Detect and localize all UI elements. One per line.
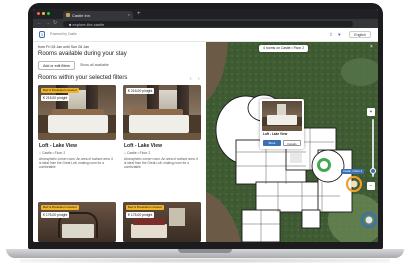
close-tab-icon[interactable]: × (128, 12, 130, 17)
floor-plan-map[interactable]: 4 rooms on Castle • Floor 2 × Loft - Lak… (206, 42, 378, 242)
price-tag: € 175,00 p/night (126, 212, 155, 218)
floor-slider-thumb[interactable] (370, 168, 376, 174)
url-field[interactable]: ■ explore-the-castle (63, 21, 353, 27)
browser-tab-bar: Castle Inn × + (33, 9, 378, 19)
forward-icon[interactable]: → (45, 20, 50, 26)
show-all-button[interactable]: Show all available (76, 61, 113, 70)
popup-details-button[interactable]: Details (283, 140, 301, 146)
room-photo (38, 85, 116, 140)
popup-room-name: Loft - Lake View (263, 132, 288, 136)
room-description: Atmospheric corner room. An area of surf… (124, 157, 199, 169)
back-icon[interactable]: ← (37, 20, 42, 26)
app-header: 3 Powered by Castle ⇪ ♥ English (33, 28, 378, 42)
browser-tab[interactable]: Castle Inn × (63, 11, 133, 19)
tab-title: Castle Inn (72, 13, 91, 18)
room-marker-green-center (320, 161, 328, 169)
breakfast-badge: Bed & Breakfast included (126, 205, 164, 210)
favicon-icon (66, 13, 70, 17)
price-tag: € 215,00 p/night (41, 95, 70, 101)
within-filters-title: Rooms within your selected filters (38, 75, 128, 81)
popup-photo (262, 101, 302, 131)
zoom-in-button[interactable]: + (367, 108, 375, 116)
popup-book-button[interactable]: Book (263, 140, 281, 146)
breakfast-badge: Bed & Breakfast included (41, 88, 79, 93)
share-icon[interactable]: ⇪ (329, 32, 333, 38)
reload-icon[interactable]: ↻ (53, 20, 57, 26)
room-marker-orange-center (350, 180, 358, 188)
new-tab-button[interactable]: + (137, 11, 141, 17)
maximize-window-button[interactable] (47, 12, 50, 15)
rooms-on-floor-pill[interactable]: 4 rooms on Castle • Floor 2 (259, 45, 309, 52)
room-location: ⌂ Castle • Floor 2 (124, 151, 151, 155)
app-logo[interactable]: 3 (39, 31, 45, 38)
room-location: ⌂ Castle • Floor 2 (39, 151, 66, 155)
laptop-notch (178, 249, 232, 253)
powered-by-text: Powered by Castle (50, 32, 77, 36)
laptop-shadow (20, 258, 390, 263)
heart-icon[interactable]: ♥ (338, 32, 341, 37)
close-map-icon[interactable]: × (370, 45, 373, 50)
room-marker-blue-center (365, 216, 373, 224)
next-page-icon[interactable]: › (198, 76, 200, 82)
close-window-button[interactable] (37, 12, 40, 15)
stay-dates: from Fri 26 Jan until Sun 28 Jan (38, 45, 89, 49)
price-tag: € 215,00 p/night (126, 88, 155, 94)
room-description: Atmospheric corner room. An area of surf… (39, 157, 114, 169)
browser-address-bar: ← → ↻ ■ explore-the-castle (33, 19, 378, 28)
language-select[interactable]: English (349, 31, 371, 38)
price-tag: € 175,00 p/night (41, 212, 70, 218)
add-filters-button[interactable]: Add or edit filters (38, 61, 75, 70)
room-popup[interactable]: Loft - Lake View Book Details (260, 99, 304, 149)
available-title: Rooms available during your stay (38, 51, 127, 57)
screen: Castle Inn × + ← → ↻ ■ explore-the-castl… (33, 9, 378, 242)
minimize-window-button[interactable] (42, 12, 45, 15)
zoom-out-button[interactable]: − (367, 182, 375, 190)
breakfast-badge: Bed & Breakfast included (41, 205, 79, 210)
room-name[interactable]: Loft - Lake View (124, 143, 162, 149)
window-controls (37, 12, 50, 15)
rooms-panel: from Fri 26 Jan until Sun 28 Jan Rooms a… (33, 42, 206, 242)
prev-page-icon[interactable]: ‹ (190, 76, 192, 82)
room-name[interactable]: Loft - Lake View (39, 143, 77, 149)
floor-tag: Castle • Floor 2 (341, 169, 365, 174)
